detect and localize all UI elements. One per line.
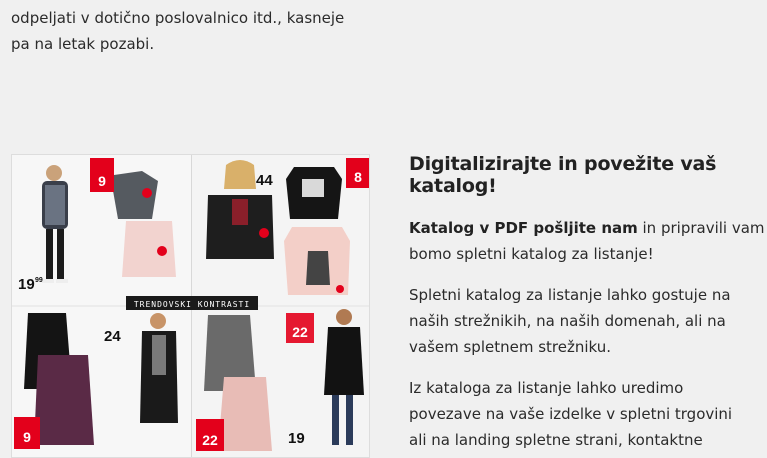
paragraph-pdf-rest: in pripravili vam — [637, 219, 765, 237]
paragraph-links-line-2: povezave na vaše izdelke v spletni trgov… — [409, 405, 733, 423]
price-2-cents: 99 — [35, 277, 43, 284]
price-9: 19 — [288, 430, 305, 447]
price-7: 22 — [202, 432, 218, 448]
price-3: 44 — [256, 172, 273, 189]
paragraph-hosting: Spletni katalog za listanje lahko gostuj… — [409, 282, 761, 360]
paragraph-pdf-line-2: bomo spletni katalog za listanje! — [409, 245, 654, 263]
paragraph-links-line-1: Iz kataloga za listanje lahko uredimo — [409, 379, 684, 397]
price-8: 22 — [292, 324, 308, 340]
paragraph-links-line-3: ali na landing spletne strani, kontaktne — [409, 431, 703, 449]
section-title-line-2: katalog! — [409, 175, 497, 197]
intro-text: odpeljati v dotično poslovalnico itd., k… — [11, 5, 371, 57]
paragraph-hosting-line-1: Spletni katalog za listanje lahko gostuj… — [409, 286, 731, 304]
intro-line-1: odpeljati v dotično poslovalnico itd., k… — [11, 9, 345, 27]
paragraph-pdf-bold: Katalog v PDF pošljite nam — [409, 219, 638, 237]
catalog-section: Digitalizirajte in povežite vaš katalog!… — [409, 153, 765, 458]
paragraph-pdf: Katalog v PDF pošljite nam in pripravili… — [409, 215, 765, 267]
intro-line-2: pa na letak pozabi. — [11, 35, 155, 53]
catalog-preview-image: 9 19 99 44 8 TRENDOVSKI KONTRASTI 9 24 2… — [11, 154, 370, 458]
price-5: 24 — [104, 328, 121, 345]
catalog-banner: TRENDOVSKI KONTRASTI — [134, 300, 250, 309]
paragraph-links: Iz kataloga za listanje lahko uredimo po… — [409, 375, 761, 453]
paragraph-hosting-line-3: vašem spletnem strežniku. — [409, 338, 612, 356]
price-6: 9 — [23, 429, 31, 445]
price-4: 8 — [354, 169, 362, 185]
section-title-line-1: Digitalizirajte in povežite vaš — [409, 153, 717, 175]
section-title: Digitalizirajte in povežite vaš katalog! — [409, 153, 761, 197]
price-2: 19 — [18, 276, 35, 293]
paragraph-hosting-line-2: naših strežnikih, na naših domenah, ali … — [409, 312, 726, 330]
price-1: 9 — [98, 173, 106, 189]
